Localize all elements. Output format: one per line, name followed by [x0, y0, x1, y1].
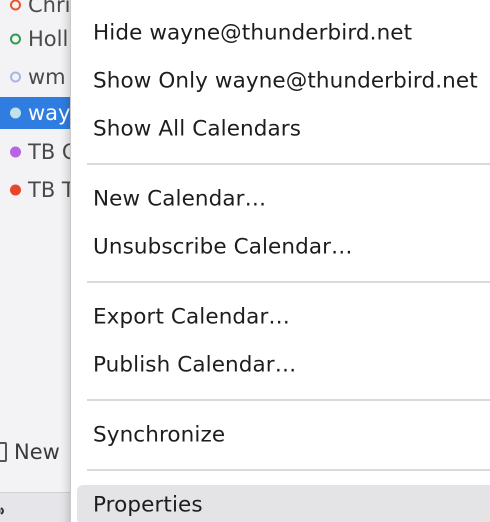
- menu-item-show-only[interactable]: Show Only wayne@thunderbird.net: [71, 61, 490, 101]
- calendar-item[interactable]: wm: [0, 61, 80, 93]
- menu-item-label: Synchronize: [93, 422, 226, 448]
- calendar-item[interactable]: TB T: [0, 174, 80, 206]
- calendar-item[interactable]: Chris: [0, 0, 81, 21]
- calendar-name: TB T: [28, 178, 75, 202]
- menu-item-label: Hide wayne@thunderbird.net: [93, 20, 413, 46]
- new-calendar-button[interactable]: New: [0, 436, 80, 468]
- app-window: Chris Holl wm way TB C TB T New Hide way…: [0, 0, 490, 522]
- calendar-item[interactable]: Holl: [0, 23, 80, 55]
- menu-item-label: Publish Calendar…: [93, 352, 297, 378]
- calendar-item-selected[interactable]: way: [0, 97, 80, 129]
- calendar-name: wm: [28, 65, 66, 89]
- calendar-color-dot[interactable]: [10, 146, 21, 158]
- menu-item-unsubscribe[interactable]: Unsubscribe Calendar…: [71, 227, 490, 267]
- menu-separator: [87, 399, 490, 401]
- calendar-color-dot[interactable]: [10, 184, 21, 196]
- menu-separator: [87, 281, 490, 283]
- menu-item-synchronize[interactable]: Synchronize: [71, 415, 490, 455]
- document-icon: [0, 442, 7, 462]
- menu-separator: [87, 163, 490, 165]
- menu-item-label: Show All Calendars: [93, 116, 302, 142]
- menu-separator: [87, 469, 490, 471]
- calendar-list: Chris Holl wm way TB C TB T New: [0, 0, 81, 522]
- status-bar: [0, 492, 80, 522]
- context-menu: Hide wayne@thunderbird.net Show Only way…: [70, 0, 490, 522]
- menu-item-hide-calendar[interactable]: Hide wayne@thunderbird.net: [71, 13, 490, 53]
- calendar-color-dot[interactable]: [10, 0, 21, 11]
- calendar-color-dot[interactable]: [10, 107, 21, 119]
- calendar-name: way: [28, 101, 71, 125]
- calendar-item[interactable]: TB C: [0, 136, 80, 168]
- menu-item-publish-calendar[interactable]: Publish Calendar…: [71, 345, 490, 385]
- menu-item-label: Unsubscribe Calendar…: [93, 234, 353, 260]
- menu-item-show-all[interactable]: Show All Calendars: [71, 109, 490, 149]
- calendar-color-dot[interactable]: [10, 33, 21, 45]
- new-calendar-label: New: [14, 440, 60, 464]
- menu-item-label: New Calendar…: [93, 186, 267, 212]
- menu-item-label: Properties: [93, 492, 203, 518]
- menu-item-properties[interactable]: Properties: [71, 485, 490, 522]
- menu-item-new-calendar[interactable]: New Calendar…: [71, 179, 490, 219]
- calendar-name: Holl: [28, 27, 69, 51]
- wifi-icon: [0, 501, 10, 521]
- menu-item-label: Export Calendar…: [93, 304, 290, 330]
- menu-item-export-calendar[interactable]: Export Calendar…: [71, 297, 490, 337]
- menu-item-label: Show Only wayne@thunderbird.net: [93, 68, 478, 94]
- calendar-color-dot[interactable]: [10, 71, 21, 83]
